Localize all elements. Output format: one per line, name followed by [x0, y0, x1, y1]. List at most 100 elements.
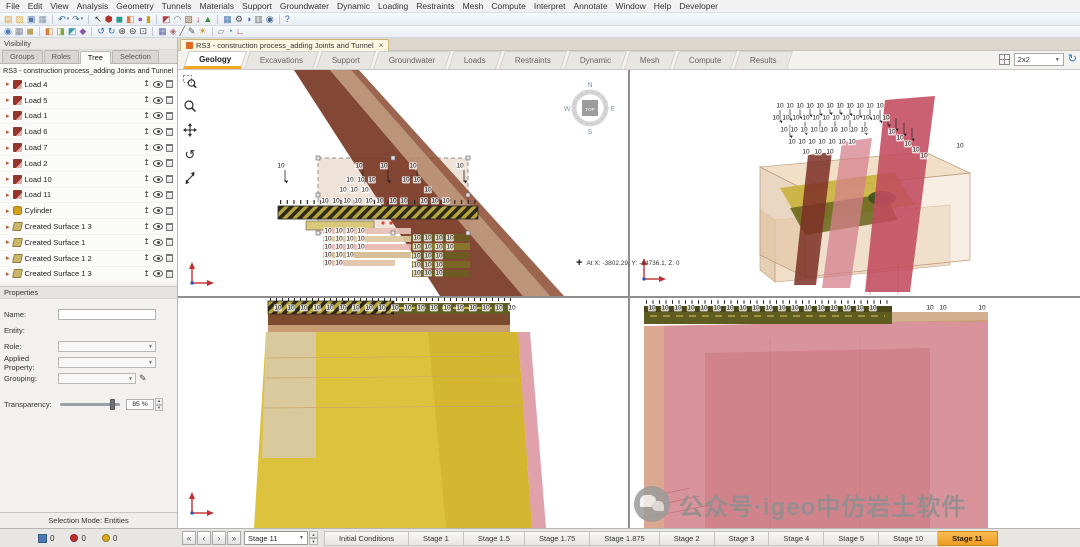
menu-tunnels[interactable]: Tunnels: [158, 0, 196, 13]
snap-toggle-icon[interactable]: ◈: [170, 27, 177, 36]
menu-mesh[interactable]: Mesh: [459, 0, 488, 13]
zoom-icon[interactable]: [181, 98, 199, 114]
viewport-3d-view[interactable]: 10 10 10 10 10 10 10 10 10 10 10 10 10 10 10 10 10 10 10 10…: [630, 70, 1080, 296]
stage-tab-stage-1-5[interactable]: Stage 1.5: [463, 531, 525, 546]
restraints-tool-icon[interactable]: ▲: [203, 14, 212, 24]
expand-arrow-icon[interactable]: ▸: [6, 112, 10, 120]
menu-materials[interactable]: Materials: [196, 0, 238, 13]
select-arrow-icon[interactable]: ↖: [94, 14, 102, 24]
workflow-tab-mesh[interactable]: Mesh: [624, 51, 676, 69]
expand-arrow-icon[interactable]: ▸: [6, 159, 10, 167]
stage-tab-stage-3[interactable]: Stage 3: [714, 531, 770, 546]
menu-annotate[interactable]: Annotate: [570, 0, 612, 13]
mesh-tool-icon[interactable]: ▦: [223, 14, 232, 24]
redo-dropdown-icon[interactable]: ▾: [81, 16, 84, 22]
materials-tool-icon[interactable]: ▧: [184, 14, 193, 24]
tree-item-load-5[interactable]: ▸ Load 5 ↥: [0, 93, 177, 109]
document-tab[interactable]: RS3 - construction process_adding Joints…: [180, 39, 390, 51]
tree-item-load-7[interactable]: ▸ Load 7 ↥: [0, 140, 177, 156]
menu-window[interactable]: Window: [612, 0, 650, 13]
expand-arrow-icon[interactable]: ▸: [6, 191, 10, 199]
visibility-eye-icon[interactable]: [153, 80, 163, 88]
visibility-eye-icon[interactable]: [153, 191, 163, 199]
expand-arrow-icon[interactable]: ▸: [6, 254, 10, 262]
layout-select[interactable]: 2x2 ▼: [1013, 53, 1064, 66]
delete-icon[interactable]: [166, 111, 173, 120]
viewport-plan-view[interactable]: TOP N S W E ↺ 10 10 10 10 10 10 10 10 10…: [178, 70, 628, 296]
pin-icon[interactable]: ↥: [143, 175, 150, 183]
iso-view-icon[interactable]: ◆: [79, 27, 86, 36]
stage-first-button[interactable]: «: [182, 531, 196, 545]
snapshot-tool-icon[interactable]: ◉: [266, 14, 274, 24]
expand-arrow-icon[interactable]: ▸: [6, 96, 10, 104]
interpret-tool-icon[interactable]: ◑: [246, 14, 251, 24]
pin-icon[interactable]: ↥: [143, 206, 150, 215]
help-tool-icon[interactable]: ?: [285, 14, 290, 24]
loads-tool-icon[interactable]: ↓: [196, 14, 201, 24]
rotate-icon[interactable]: ↺: [181, 146, 199, 162]
rotate-left-icon[interactable]: ↺: [97, 27, 105, 36]
visibility-eye-icon[interactable]: [153, 96, 163, 104]
delete-icon[interactable]: [166, 238, 173, 247]
workflow-tab-dynamic[interactable]: Dynamic: [564, 51, 628, 69]
pan-icon[interactable]: [181, 122, 199, 138]
menu-help[interactable]: Help: [650, 0, 675, 13]
zoom-out-icon[interactable]: ⊖: [129, 27, 137, 36]
expand-arrow-icon[interactable]: ▸: [6, 175, 10, 183]
visibility-eye-icon[interactable]: [153, 112, 163, 120]
pin-icon[interactable]: ↥: [143, 111, 150, 120]
menu-dynamic[interactable]: Dynamic: [333, 0, 374, 13]
stage-tab-stage-5[interactable]: Stage 5: [824, 531, 880, 546]
expand-arrow-icon[interactable]: ▸: [6, 128, 10, 136]
stage-tab-stage-2[interactable]: Stage 2: [659, 531, 715, 546]
stage-tab-stage-11[interactable]: Stage 11: [938, 531, 998, 546]
stage-previous-button[interactable]: ‹: [197, 531, 211, 545]
delete-icon[interactable]: [166, 80, 173, 89]
shaded-view-icon[interactable]: ◼: [26, 27, 33, 36]
visibility-eye-icon[interactable]: [153, 144, 163, 152]
workflow-tab-groundwater[interactable]: Groundwater: [373, 51, 452, 69]
stage-last-button[interactable]: »: [227, 531, 241, 545]
refresh-icon[interactable]: ↻: [1068, 54, 1077, 65]
stage-select[interactable]: Stage 11 ▼: [244, 531, 308, 545]
menu-geometry[interactable]: Geometry: [112, 0, 157, 13]
menu-developer[interactable]: Developer: [675, 0, 722, 13]
menu-support[interactable]: Support: [238, 0, 276, 13]
edit-pencil-icon[interactable]: ✎: [139, 374, 147, 383]
visibility-eye-icon[interactable]: [153, 254, 163, 262]
tree-item-created-surface-1-2[interactable]: ▸ Created Surface 1 2 ↥: [0, 251, 177, 267]
tree-item-created-surface-1-3[interactable]: ▸ Created Surface 1 3 ↥: [0, 219, 177, 235]
viewport-front-view-1[interactable]: 10 10 10 10 10 10 10 10 10 10 10 10 10 10 10 10 10 10 10: [178, 298, 628, 528]
stage-next-button[interactable]: ›: [212, 531, 226, 545]
spin-down-icon[interactable]: ▼: [155, 404, 163, 411]
axes-toggle-icon[interactable]: ∟: [236, 27, 245, 36]
panel-tab-groups[interactable]: Groups: [2, 50, 43, 63]
view-cube-x-icon[interactable]: ◧: [45, 27, 54, 36]
visibility-eye-icon[interactable]: [153, 175, 163, 183]
resize-icon[interactable]: [181, 170, 199, 186]
compute-tool-icon[interactable]: ⚙: [235, 14, 243, 24]
panel-tab-tree[interactable]: Tree: [79, 51, 111, 64]
grid-toggle-icon[interactable]: ▦: [158, 27, 167, 36]
expand-arrow-icon[interactable]: ▸: [6, 270, 10, 278]
workflow-tab-support[interactable]: Support: [316, 51, 377, 69]
pin-icon[interactable]: ↥: [143, 127, 150, 136]
pin-icon[interactable]: ↥: [143, 80, 150, 88]
expand-arrow-icon[interactable]: ▸: [6, 207, 10, 215]
tree-item-load-10[interactable]: ▸ Load 10 ↥: [0, 172, 177, 188]
expand-arrow-icon[interactable]: ▸: [6, 238, 10, 246]
spin-down-icon[interactable]: ▼: [309, 538, 318, 545]
zoom-in-icon[interactable]: ⊕: [118, 27, 126, 36]
delete-icon[interactable]: [166, 269, 173, 278]
rotate-right-icon[interactable]: ↻: [108, 27, 116, 36]
menu-file[interactable]: File: [2, 0, 24, 13]
tree-item-load-4[interactable]: ▸ Load 4 ↥: [0, 77, 177, 93]
visibility-eye-icon[interactable]: [153, 223, 163, 231]
applied-property-select[interactable]: ▼: [58, 357, 156, 368]
tree-root[interactable]: RS3 - construction process_adding Joints…: [0, 64, 177, 77]
stage-tab-stage-4[interactable]: Stage 4: [769, 531, 825, 546]
delete-icon[interactable]: [166, 190, 173, 199]
menu-edit[interactable]: Edit: [24, 0, 47, 13]
visibility-eye-icon[interactable]: [153, 128, 163, 136]
tree-item-load-11[interactable]: ▸ Load 11 ↥: [0, 188, 177, 204]
